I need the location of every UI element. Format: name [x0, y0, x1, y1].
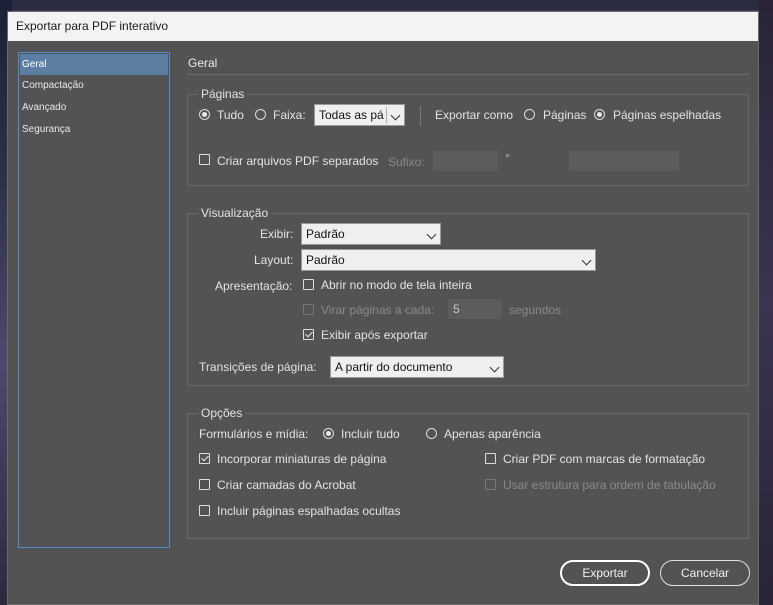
chevron-down-icon	[489, 362, 500, 373]
layout-select[interactable]: Padrão	[301, 249, 596, 271]
virar-segundos-field[interactable]: 5	[448, 299, 502, 319]
miniaturas-checkbox[interactable]	[199, 453, 210, 464]
exportar-button[interactable]: Exportar	[560, 560, 650, 586]
camadas-label: Criar camadas do Acrobat	[217, 478, 356, 492]
layout-label: Layout:	[254, 253, 294, 267]
virar-paginas-checkbox[interactable]	[303, 304, 314, 315]
tela-inteira-label: Abrir no modo de tela inteira	[321, 278, 472, 292]
layout-select-value: Padrão	[306, 253, 345, 267]
estrutura-tabulacao-checkbox[interactable]	[485, 479, 496, 490]
sidebar-item-seguranca[interactable]: Segurança	[20, 119, 168, 140]
paginas-espelhadas-radio[interactable]	[594, 109, 605, 120]
transicoes-label: Transições de página:	[199, 360, 317, 374]
separados-checkbox[interactable]	[199, 154, 210, 165]
transicoes-select-value: A partir do documento	[335, 360, 453, 374]
formularios-label: Formulários e mídia:	[199, 427, 309, 441]
estrutura-tabulacao-label: Usar estrutura para ordem de tabulação	[503, 478, 716, 492]
sidebar-item-geral[interactable]: Geral	[20, 54, 168, 75]
select-divider	[386, 107, 387, 123]
tudo-radio[interactable]	[199, 109, 210, 120]
window-title: Exportar para PDF interativo	[16, 19, 169, 33]
tela-inteira-checkbox[interactable]	[303, 279, 314, 290]
apenas-aparencia-radio[interactable]	[426, 428, 437, 439]
sidebar-item-compactacao[interactable]: Compactação	[20, 75, 168, 96]
visualizacao-group-title: Visualização	[198, 206, 272, 220]
section-divider	[187, 74, 749, 75]
faixa-radio[interactable]	[255, 109, 266, 120]
chevron-down-icon	[426, 229, 437, 240]
sidebar-item-avancado[interactable]: Avançado	[20, 97, 168, 118]
section-title: Geral	[188, 56, 218, 70]
incluir-tudo-label: Incluir tudo	[341, 427, 400, 441]
transicoes-select[interactable]: A partir do documento	[330, 356, 504, 378]
camadas-checkbox[interactable]	[199, 479, 210, 490]
exibir-label: Exibir:	[260, 227, 294, 241]
export-pdf-dialog: Exportar para PDF interativo Geral Compa…	[7, 11, 759, 605]
chevron-down-icon	[581, 255, 592, 266]
sufixo-label: Sufixo:	[388, 155, 425, 169]
vertical-separator	[420, 106, 421, 126]
exportar-como-label: Exportar como	[435, 108, 514, 122]
exibir-select-value: Padrão	[306, 227, 345, 241]
exibir-apos-label: Exibir após exportar	[321, 328, 428, 342]
paginas-radio-label: Páginas	[543, 108, 587, 122]
sufixo-token-field[interactable]	[569, 151, 679, 171]
exibir-apos-checkbox[interactable]	[303, 329, 314, 340]
apresentacao-label: Apresentação:	[215, 279, 293, 293]
faixa-select-value: Todas as pá	[319, 108, 384, 122]
miniaturas-label: Incorporar miniaturas de página	[217, 452, 387, 466]
ocultas-label: Incluir páginas espalhadas ocultas	[217, 504, 401, 518]
paginas-group-title: Páginas	[198, 87, 248, 101]
apenas-aparencia-label: Apenas aparência	[444, 427, 541, 441]
paginas-espelhadas-label: Páginas espelhadas	[613, 108, 722, 122]
incluir-tudo-radio[interactable]	[323, 428, 334, 439]
faixa-select[interactable]: Todas as pá	[314, 104, 405, 126]
virar-segundos-value: 5	[453, 302, 460, 316]
caret-right-icon: ▸	[506, 150, 511, 160]
desktop-background-right	[759, 0, 773, 605]
faixa-label: Faixa:	[273, 108, 306, 122]
ocultas-checkbox[interactable]	[199, 505, 210, 516]
tudo-label: Tudo	[217, 108, 244, 122]
virar-paginas-label: Virar páginas a cada:	[321, 303, 435, 317]
chevron-down-icon	[390, 110, 401, 121]
marcas-formatacao-label: Criar PDF com marcas de formatação	[503, 452, 706, 466]
cancelar-button[interactable]: Cancelar	[660, 560, 750, 586]
sufixo-field[interactable]	[433, 151, 498, 171]
paginas-radio[interactable]	[524, 109, 535, 120]
title-bar: Exportar para PDF interativo	[8, 12, 758, 41]
marcas-formatacao-checkbox[interactable]	[485, 453, 496, 464]
exibir-select[interactable]: Padrão	[301, 223, 441, 245]
segundos-label: segundos	[509, 303, 562, 317]
separados-label: Criar arquivos PDF separados	[217, 154, 379, 168]
category-list: Geral Compactação Avançado Segurança	[18, 52, 170, 548]
desktop-background-top	[0, 0, 773, 10]
opcoes-group-title: Opções	[198, 406, 246, 420]
